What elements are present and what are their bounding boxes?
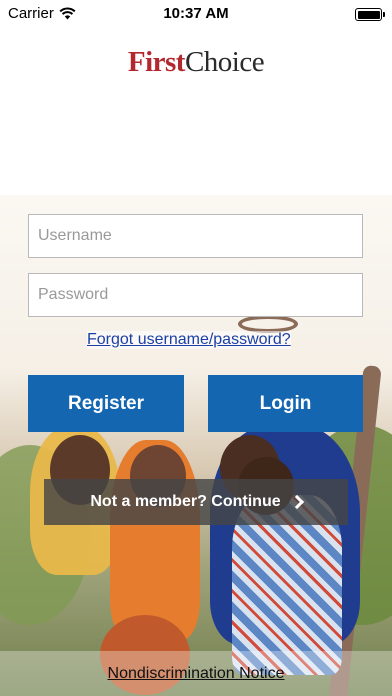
password-field[interactable]: Password [28, 273, 363, 317]
status-bar: Carrier 10:37 AM [0, 0, 392, 30]
logo-first: First [127, 46, 186, 78]
username-field[interactable]: Username [28, 214, 363, 258]
status-time: 10:37 AM [163, 5, 229, 22]
not-member-label: Not a member? Continue [90, 493, 281, 510]
register-button[interactable]: Register [28, 375, 184, 432]
footer-bar: Nondiscrimination Notice [0, 651, 392, 696]
not-member-continue-button[interactable]: Not a member? Continue [44, 479, 348, 525]
logo-choice: Choice [184, 46, 265, 78]
password-placeholder: Password [38, 286, 109, 303]
login-button[interactable]: Login [208, 375, 363, 432]
nondiscrimination-notice-link[interactable]: Nondiscrimination Notice [104, 665, 289, 683]
forgot-credentials-link[interactable]: Forgot username/password? [87, 331, 291, 349]
background-photo [0, 195, 392, 696]
chevron-right-icon [289, 494, 304, 510]
brand-logo: FirstChoice [0, 46, 392, 79]
battery-icon [355, 8, 385, 21]
username-placeholder: Username [38, 227, 112, 244]
